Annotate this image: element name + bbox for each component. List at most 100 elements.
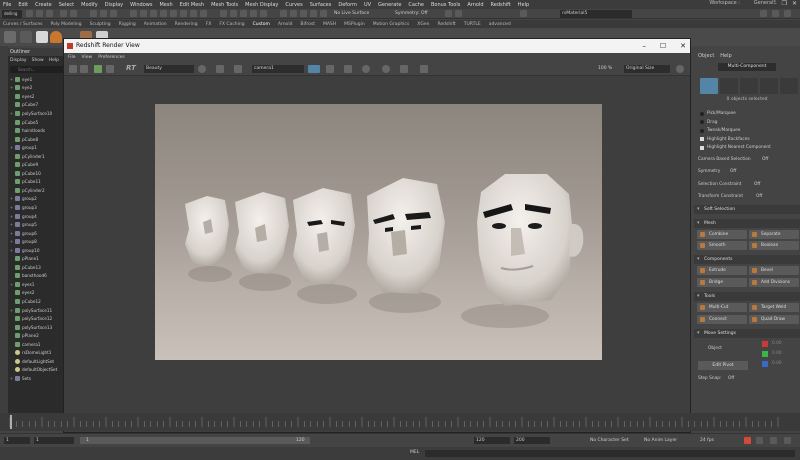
fps-dropdown[interactable]: 24 fps [700,437,714,444]
shelf-tab[interactable]: Sculpting [90,22,111,27]
multi-component-tab[interactable]: Multi-Component [718,63,776,71]
render-view-menu-item[interactable]: File [68,53,76,62]
step-snap[interactable]: Step Snap: Off [698,376,734,381]
snap-view-plane-icon[interactable] [250,10,257,17]
command-input[interactable] [425,450,795,457]
outliner-item[interactable]: + eyes1 [8,280,66,289]
anim-layer-dropdown[interactable]: No Anim Layer [644,437,677,444]
menu-item[interactable]: Mesh Display [245,2,278,8]
menu-item[interactable]: Cache [408,2,424,8]
expand-toggle[interactable]: + [8,222,15,227]
menu-item[interactable]: Modify [81,2,98,8]
crop-region-icon[interactable] [216,65,224,73]
uv-mode-icon[interactable] [780,78,798,94]
menu-item[interactable]: Bonus Tools [431,2,460,8]
lock-camera-icon[interactable] [308,65,320,73]
stop-render-icon[interactable] [106,65,114,73]
outliner-item[interactable]: polySurface12 [8,314,66,323]
outliner-item[interactable]: pPlane2 [8,331,66,340]
minimize-icon[interactable]: – [774,0,777,7]
close-icon[interactable]: ✕ [680,39,686,53]
expand-toggle[interactable]: + [8,282,15,287]
menu-item[interactable]: Windows [130,2,152,8]
face-mode-icon[interactable] [760,78,778,94]
add-divisions-button[interactable]: Add Divisions [749,278,799,287]
shelf-tab[interactable]: Poly Modeling [51,22,82,27]
io-icon[interactable] [290,10,297,17]
select-misc-icon[interactable] [200,10,207,17]
outliner-item[interactable]: + group1 [8,143,66,152]
shelf-tab[interactable]: Animation [144,22,167,27]
select-handle-icon[interactable] [130,10,137,17]
region-render-icon[interactable] [234,65,242,73]
outliner-item[interactable]: pCube5 [8,118,66,127]
expand-toggle[interactable]: + [8,145,15,150]
quad-draw-button[interactable]: Quad Draw [749,315,799,324]
preferences-icon[interactable] [756,437,763,444]
shelf-tab[interactable]: Bifrost [300,22,315,27]
outliner-search[interactable]: Search... [10,66,64,73]
menu-item[interactable]: Edit [18,2,28,8]
menu-item[interactable]: Curves [285,2,302,8]
selection-option[interactable]: Tweak/Marquee [700,128,740,133]
open-scene-icon[interactable] [36,10,43,17]
transform-constraint[interactable]: Transform Constraint Off [698,194,762,199]
shelf-tab[interactable]: advanced [489,22,511,27]
menu-item[interactable]: Mesh Tools [211,2,238,8]
pick-focus-icon[interactable] [326,65,334,73]
x-value[interactable]: 0.00 [772,341,782,346]
ipr-render-icon[interactable] [310,10,317,17]
y-axis-icon[interactable] [762,351,768,357]
soft-selection-section[interactable]: Soft Selection [694,205,800,214]
make-live-icon[interactable] [260,10,267,17]
bridge-button[interactable]: Bridge [697,278,747,287]
new-scene-icon[interactable] [26,10,33,17]
playback-options-icon[interactable] [770,437,777,444]
move-settings-section[interactable]: Move Settings [694,329,800,338]
camera-dropdown[interactable]: camera1 [252,65,304,73]
outliner-item[interactable]: pCube7 [8,101,66,110]
render-icon[interactable] [94,65,102,73]
selection-constraint[interactable]: Selection Constraint Off [698,182,760,187]
menu-item[interactable]: Arnold [467,2,483,8]
live-surface-field[interactable]: No Live Surface [334,10,369,18]
menu-item[interactable]: Generate [378,2,401,8]
outliner-item[interactable]: polySurface13 [8,323,66,332]
outliner-item[interactable]: pCube9 [8,160,66,169]
menu-set-dropdown[interactable]: delling [2,10,22,18]
shelf-tab[interactable]: MASH [323,22,336,27]
symmetry-field[interactable]: Symmetry: Off [395,10,428,18]
expand-toggle[interactable]: + [8,239,15,244]
auto-key-icon[interactable] [744,437,751,444]
menu-item[interactable]: File [3,2,11,8]
expand-toggle[interactable]: + [8,196,15,201]
outliner-item[interactable]: + group2 [8,195,66,204]
shelf-tab[interactable]: Rendering [175,22,198,27]
start-frame-field[interactable]: 1 [34,437,74,444]
radio-button[interactable] [700,128,704,133]
move-space-dropdown[interactable]: Object [708,346,722,351]
edge-mode-icon[interactable] [740,78,758,94]
outliner-item[interactable]: pCube10 [8,169,66,178]
mel-label[interactable]: MEL [410,450,419,455]
shelf-tab[interactable]: Custom [253,22,270,27]
toolkit-menu-item[interactable]: Object [698,53,714,59]
outliner-item[interactable]: + eye2 [8,84,66,93]
tools-section[interactable]: Tools [694,292,800,301]
separate-button[interactable]: Separate [749,230,799,239]
shelf-tab[interactable]: Curves / Surfaces [3,22,43,27]
panel-toggle-icon[interactable] [772,10,779,17]
sphere-preview-icon[interactable] [362,65,370,73]
boolean-button[interactable]: Boolean [749,241,799,250]
checkbox[interactable] [700,137,704,141]
shelf-redshift-icon[interactable] [50,31,62,43]
outliner-item[interactable]: defaultObjectSet [8,366,66,375]
outliner-item[interactable]: pCube13 [8,263,66,272]
expand-toggle[interactable]: + [8,248,15,253]
current-frame-field[interactable]: 1 [4,437,30,444]
outliner-item[interactable]: + group3 [8,203,66,212]
menu-item[interactable]: Mesh [159,2,172,8]
camera-based-selection[interactable]: Camera Based Selection Off [698,157,768,162]
selection-option[interactable]: Highlight Nearest Component [700,145,771,150]
outliner-item[interactable]: pCylinder1 [8,152,66,161]
